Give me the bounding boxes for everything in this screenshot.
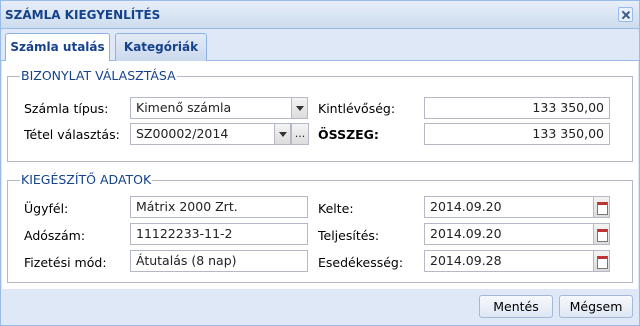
tab-szamla-utalas[interactable]: Számla utalás <box>5 33 110 62</box>
due-date-value: 2014.09.28 <box>430 253 502 268</box>
item-select[interactable]: SZ00002/2014 <box>130 123 291 145</box>
save-button[interactable]: Mentés <box>479 295 553 318</box>
fulfillment-date-value: 2014.09.20 <box>430 226 502 241</box>
voucher-legend: BIZONYLAT VÁLASZTÁSA <box>20 68 177 83</box>
payment-method-field[interactable]: Átutalás (8 nap) <box>130 250 308 272</box>
issue-date-field[interactable]: 2014.09.20 <box>424 196 610 218</box>
total-field[interactable]: 133 350,00 <box>424 123 610 145</box>
button-bar: Mentés Mégsem <box>1 289 639 325</box>
tab-panel: BIZONYLAT VÁLASZTÁSA Számla típus: Kimen… <box>2 61 638 289</box>
total-label: ÖSSZEG: <box>318 127 379 142</box>
calendar-icon[interactable] <box>593 197 609 217</box>
browse-button[interactable]: ... <box>291 123 309 145</box>
invoice-type-select[interactable]: Kimenő számla <box>130 97 308 119</box>
tax-number-field[interactable]: 11122233-11-2 <box>130 223 308 245</box>
chevron-down-icon[interactable] <box>291 98 307 118</box>
receivable-field[interactable]: 133 350,00 <box>424 97 610 119</box>
customer-field[interactable]: Mátrix 2000 Zrt. <box>130 196 308 218</box>
tab-strip: Számla utalás Kategóriák <box>1 29 639 62</box>
item-select-label: Tétel választás: <box>24 127 120 142</box>
receivable-label: Kintlévőség: <box>318 101 396 116</box>
calendar-icon[interactable] <box>593 224 609 244</box>
title-bar[interactable]: SZÁMLA KIEGYENLÍTÉS <box>1 1 639 29</box>
calendar-icon[interactable] <box>593 251 609 271</box>
fulfillment-date-field[interactable]: 2014.09.20 <box>424 223 610 245</box>
issue-date-label: Kelte: <box>318 201 354 216</box>
close-icon[interactable] <box>618 7 633 22</box>
issue-date-value: 2014.09.20 <box>430 199 502 214</box>
item-select-value: SZ00002/2014 <box>136 126 229 141</box>
chevron-down-icon[interactable] <box>274 124 290 144</box>
voucher-fieldset: BIZONYLAT VÁLASZTÁSA Számla típus: Kimen… <box>7 68 633 162</box>
invoice-type-label: Számla típus: <box>24 101 109 116</box>
tab-kategoriak[interactable]: Kategóriák <box>115 33 207 61</box>
extra-legend: KIEGÉSZÍTŐ ADATOK <box>20 172 153 187</box>
cancel-button[interactable]: Mégsem <box>559 295 633 318</box>
customer-label: Ügyfél: <box>24 201 69 216</box>
tax-number-label: Adószám: <box>24 228 86 243</box>
dialog-window: SZÁMLA KIEGYENLÍTÉS Számla utalás Kategó… <box>0 0 640 326</box>
invoice-type-value: Kimenő számla <box>136 100 232 115</box>
due-date-label: Esedékesség: <box>318 255 404 270</box>
fulfillment-label: Teljesítés: <box>318 228 380 243</box>
window-title: SZÁMLA KIEGYENLÍTÉS <box>5 8 161 22</box>
due-date-field[interactable]: 2014.09.28 <box>424 250 610 272</box>
payment-method-label: Fizetési mód: <box>24 255 107 270</box>
extra-fieldset: KIEGÉSZÍTŐ ADATOK Ügyfél: Mátrix 2000 Zr… <box>7 172 633 283</box>
